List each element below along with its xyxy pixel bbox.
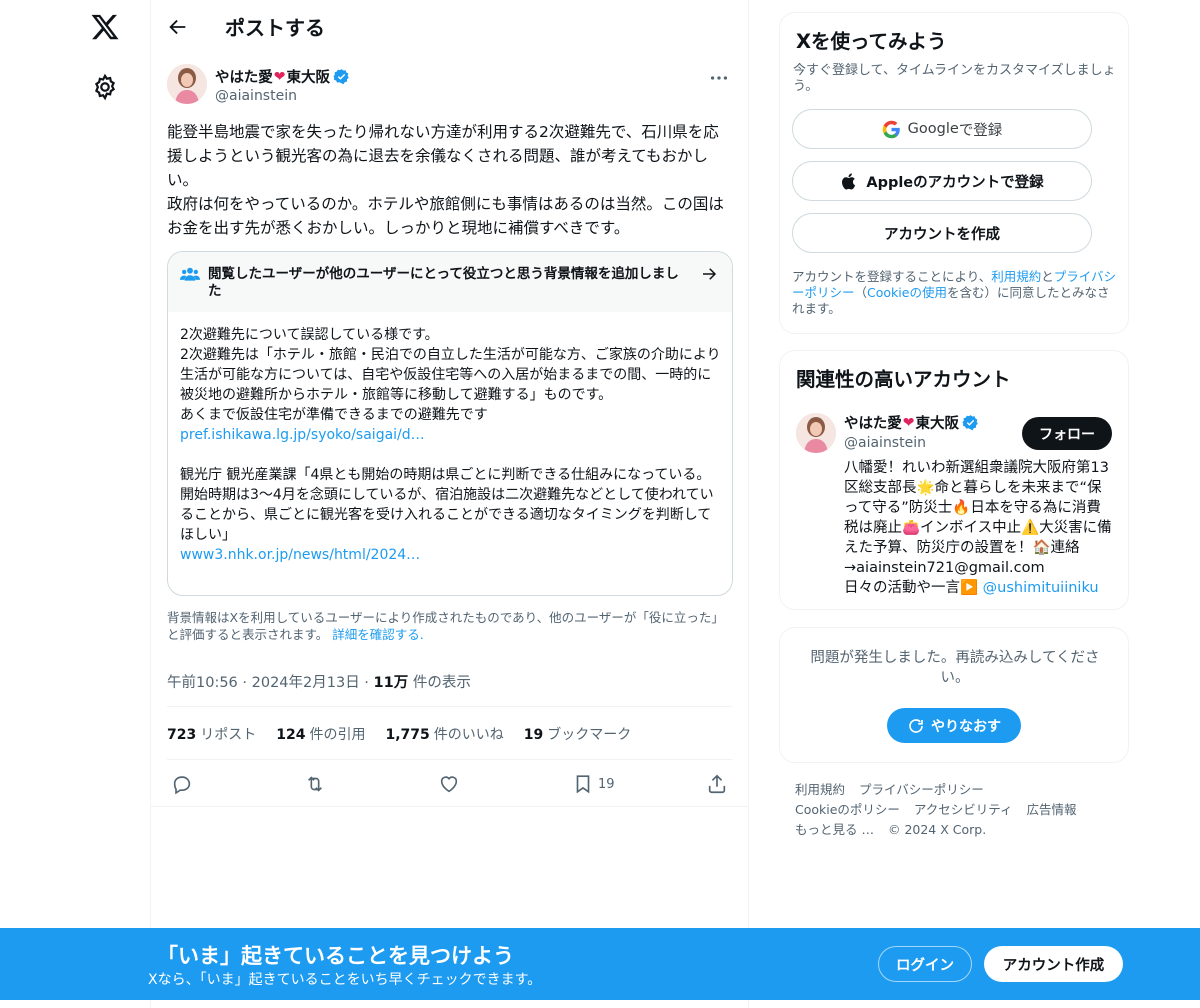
related-account-bio: 八幡愛！れいわ新選組衆議院大阪府第13区総支部長🌟命と暮らしを未来まで“保って守… [844,460,1112,596]
apple-logo-icon [842,172,856,189]
error-message: 問題が発生しました。再読み込みしてください。 [810,650,1100,686]
retweet-icon[interactable] [304,772,328,796]
terms-text: アカウントを登録することにより、利用規約とプライバシーポリシー（Cookieの使… [792,269,1117,316]
footer-link-privacy[interactable]: プライバシーポリシー [859,782,984,797]
likes-stat[interactable]: 1,775 件のいいね [385,724,503,744]
quotes-stat[interactable]: 124 件の引用 [276,724,365,744]
footer-link-cookie[interactable]: Cookieのポリシー [795,802,900,817]
divider [167,706,732,707]
back-arrow-icon[interactable] [167,16,189,38]
mention-link[interactable]: @ushimituiiniku [983,580,1099,596]
settings-gear-icon[interactable] [91,73,119,101]
apple-signup-button[interactable]: Appleのアカウントで登録 [792,161,1092,201]
retweets-stat[interactable]: 723 リポスト [167,724,256,744]
create-account-button[interactable]: アカウントを作成 [792,213,1092,253]
reply-icon[interactable] [171,772,195,796]
retry-button[interactable]: やりなおす [887,708,1021,743]
community-note: 閲覧したユーザーが他のユーザーにとって役立つと思う背景情報を追加しました 2次避… [167,251,733,596]
engagement-stats: 723 リポスト 124 件の引用 1,775 件のいいね 19 ブックマーク [167,724,651,744]
learn-more-link[interactable]: 詳細を確認する. [332,627,423,642]
share-icon[interactable] [706,772,730,796]
page-title: ポストする [225,16,325,40]
refresh-icon [909,718,923,733]
tweet-metadata: 午前10:56 · 2024年2月13日 · 11万 件の表示 [167,675,471,691]
views-count: 11万 [373,675,409,691]
divider [167,759,732,760]
related-accounts-card: 関連性の高いアカウント やはた愛 ❤ 東大阪 @aiainstein フォロー … [779,350,1129,610]
bookmark-icon[interactable]: 19 [572,772,622,796]
copyright: © 2024 X Corp. [887,822,987,837]
people-icon [180,267,200,281]
verified-badge-icon [962,415,978,431]
tweet-timestamp[interactable]: 午前10:56 · 2024年2月13日 [167,675,360,691]
related-accounts-title: 関連性の高いアカウント [796,368,1011,391]
author-handle[interactable]: @aiainstein [215,88,297,104]
tweet-text: 能登半島地震で家を失ったり帰れない方達が利用する2次避難先で、石川県を応援しよう… [167,123,724,237]
footer-links: 利用規約 プライバシーポリシー Cookieのポリシー アクセシビリティ 広告情… [795,780,1115,840]
google-logo-icon [882,120,900,138]
x-logo-icon[interactable] [88,10,122,44]
more-options-icon[interactable] [708,70,730,86]
community-note-footer: 背景情報はXを利用しているユーザーにより作成されたものであり、他のユーザーが「役… [167,610,724,642]
avatar[interactable] [796,413,836,453]
bookmark-count: 19 [598,776,615,792]
author-name[interactable]: やはた愛 ❤ 東大阪 [215,66,350,87]
like-heart-icon[interactable] [438,772,462,796]
signup-card-subtitle: 今すぐ登録して、タイムラインをカスタマイズしましょう。 [793,63,1116,94]
signup-button[interactable]: アカウント作成 [984,946,1123,982]
footer-link-ads-info[interactable]: 広告情報 [1027,802,1077,817]
related-account-name[interactable]: やはた愛 ❤ 東大阪 [844,412,979,433]
signup-card-title: Xを使ってみよう [796,30,947,53]
left-nav [0,0,150,1008]
tweet-actions: 19 [167,768,732,800]
tweet-author: やはた愛 ❤ 東大阪 @aiainstein [167,64,732,108]
community-note-header[interactable]: 閲覧したユーザーが他のユーザーにとって役立つと思う背景情報を追加しました [168,252,732,312]
related-account-handle[interactable]: @aiainstein [844,435,926,451]
bookmarks-stat[interactable]: 19 ブックマーク [524,724,631,744]
heart-emoji-icon: ❤ [902,414,915,431]
terms-link[interactable]: 利用規約 [991,269,1041,284]
login-button[interactable]: ログイン [878,946,972,982]
bottom-bar-title: 「いま」起きていることを見つけよう [157,944,514,968]
community-note-body: 2次避難先について誤認している様です。 2次避難先は「ホテル・旅館・民泊での自立… [180,325,724,565]
footer-link-terms[interactable]: 利用規約 [795,782,845,797]
community-note-title: 閲覧したユーザーが他のユーザーにとって役立つと思う背景情報を追加しました [208,266,679,299]
heart-emoji-icon: ❤ [273,68,286,85]
bottom-bar-subtitle: Xなら、「いま」起きていることをいち早くチェックできます。 [148,972,542,988]
google-signup-button[interactable]: Google で登録 [792,109,1092,149]
note-source-link-2[interactable]: www3.nhk.or.jp/news/html/2024… [180,545,724,565]
avatar[interactable] [167,64,207,104]
main-column: ポストする やはた愛 ❤ 東大阪 @aiainstein 能登半島地震で家を失っ… [150,0,749,1008]
cookie-use-link[interactable]: Cookieの使用 [867,285,947,300]
note-source-link-1[interactable]: pref.ishikawa.lg.jp/syoko/saigai/d… [180,425,724,445]
verified-badge-icon [333,69,349,85]
error-card: 問題が発生しました。再読み込みしてください。 やりなおす [779,627,1129,763]
footer-more-button[interactable]: もっと見る … [795,822,874,837]
divider [151,806,748,807]
page-header: ポストする [151,0,748,53]
bottom-signup-bar: 「いま」起きていることを見つけよう Xなら、「いま」起きていることをいち早くチェ… [0,928,1200,1000]
follow-button[interactable]: フォロー [1022,417,1112,450]
arrow-right-icon[interactable] [700,265,718,283]
signup-card: Xを使ってみよう 今すぐ登録して、タイムラインをカスタマイズしましょう。 Goo… [779,12,1129,334]
footer-link-accessibility[interactable]: アクセシビリティ [914,802,1013,817]
